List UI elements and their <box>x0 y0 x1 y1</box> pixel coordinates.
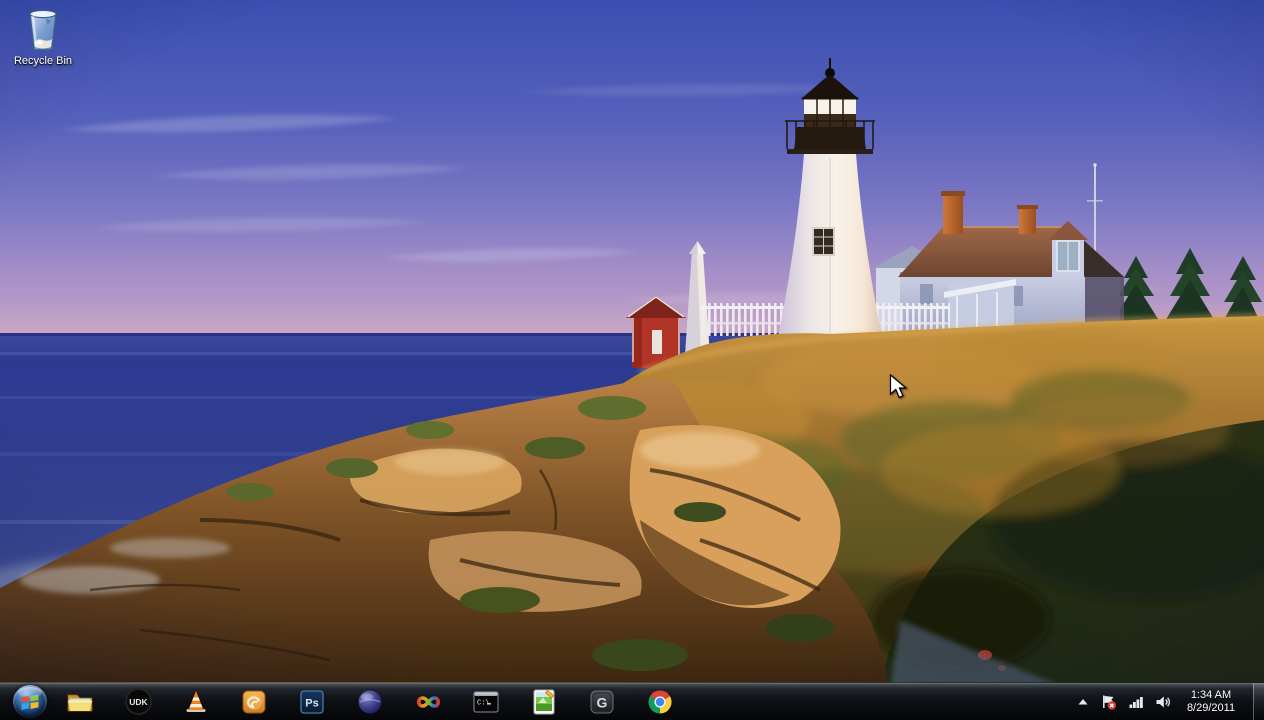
mouse-cursor <box>889 374 908 399</box>
start-button[interactable] <box>13 685 47 718</box>
taskbar-app-photoshop[interactable]: Ps <box>292 685 332 718</box>
photoshop-icon: Ps <box>300 689 324 714</box>
taskbar-app-visual-studio[interactable] <box>408 685 448 718</box>
vlc-cone-icon <box>186 691 206 712</box>
clock-date: 8/29/2011 <box>1186 701 1236 714</box>
volume-button[interactable] <box>1154 696 1174 708</box>
desktop-icon-label: Recycle Bin <box>13 55 73 67</box>
network-signal-icon <box>1129 696 1143 708</box>
taskbar-app-g[interactable]: G <box>582 685 622 718</box>
visual-studio-infinity-icon <box>416 695 440 708</box>
recycle-bin-icon <box>29 9 57 51</box>
desktop: Recycle Bin <box>0 0 1264 720</box>
g-app-icon: G <box>590 690 614 713</box>
svg-text:G: G <box>597 694 608 710</box>
chevron-up-icon <box>1078 698 1088 704</box>
show-desktop-button[interactable] <box>1253 683 1264 720</box>
folder-icon <box>67 694 93 711</box>
taskbar-pinned-apps: UDK Ps C:\ G <box>60 683 680 720</box>
show-hidden-icons-button[interactable] <box>1076 698 1090 706</box>
udk-icon: UDK <box>124 688 152 715</box>
speaker-icon <box>1156 696 1171 707</box>
network-button[interactable] <box>1127 696 1146 708</box>
taskbar-app-udk[interactable]: UDK <box>118 685 158 718</box>
desktop-icon-recycle-bin[interactable]: Recycle Bin <box>4 6 82 67</box>
image-viewer-icon <box>533 689 555 714</box>
orange-swirl-icon <box>242 690 266 713</box>
clock-time: 1:34 AM <box>1190 688 1232 701</box>
chrome-icon <box>648 689 672 713</box>
taskbar-app-chrome[interactable] <box>640 685 680 718</box>
taskbar-app-image-viewer[interactable] <box>524 685 564 718</box>
taskbar-app-eclipse[interactable] <box>350 685 390 718</box>
windows-flag-icon <box>21 694 39 710</box>
taskbar-app-command-prompt[interactable]: C:\ <box>466 685 506 718</box>
eclipse-sphere-icon <box>358 690 382 713</box>
command-prompt-icon: C:\ <box>473 691 499 712</box>
system-tray: 1:34 AM 8/29/2011 <box>1076 683 1240 720</box>
wallpaper-lighthouse-scene <box>0 0 1264 685</box>
action-center-flag-icon <box>1103 695 1116 710</box>
taskbar-app-vlc[interactable] <box>176 685 216 718</box>
svg-text:UDK: UDK <box>129 697 148 707</box>
action-center-button[interactable] <box>1098 694 1119 710</box>
tray-clock[interactable]: 1:34 AM 8/29/2011 <box>1182 689 1240 715</box>
taskbar: UDK Ps C:\ G 1:34 AM 8/29/2011 <box>0 682 1264 720</box>
taskbar-app-windows-explorer[interactable] <box>60 685 100 718</box>
svg-text:Ps: Ps <box>305 697 318 709</box>
taskbar-app-orange-swirl[interactable] <box>234 685 274 718</box>
